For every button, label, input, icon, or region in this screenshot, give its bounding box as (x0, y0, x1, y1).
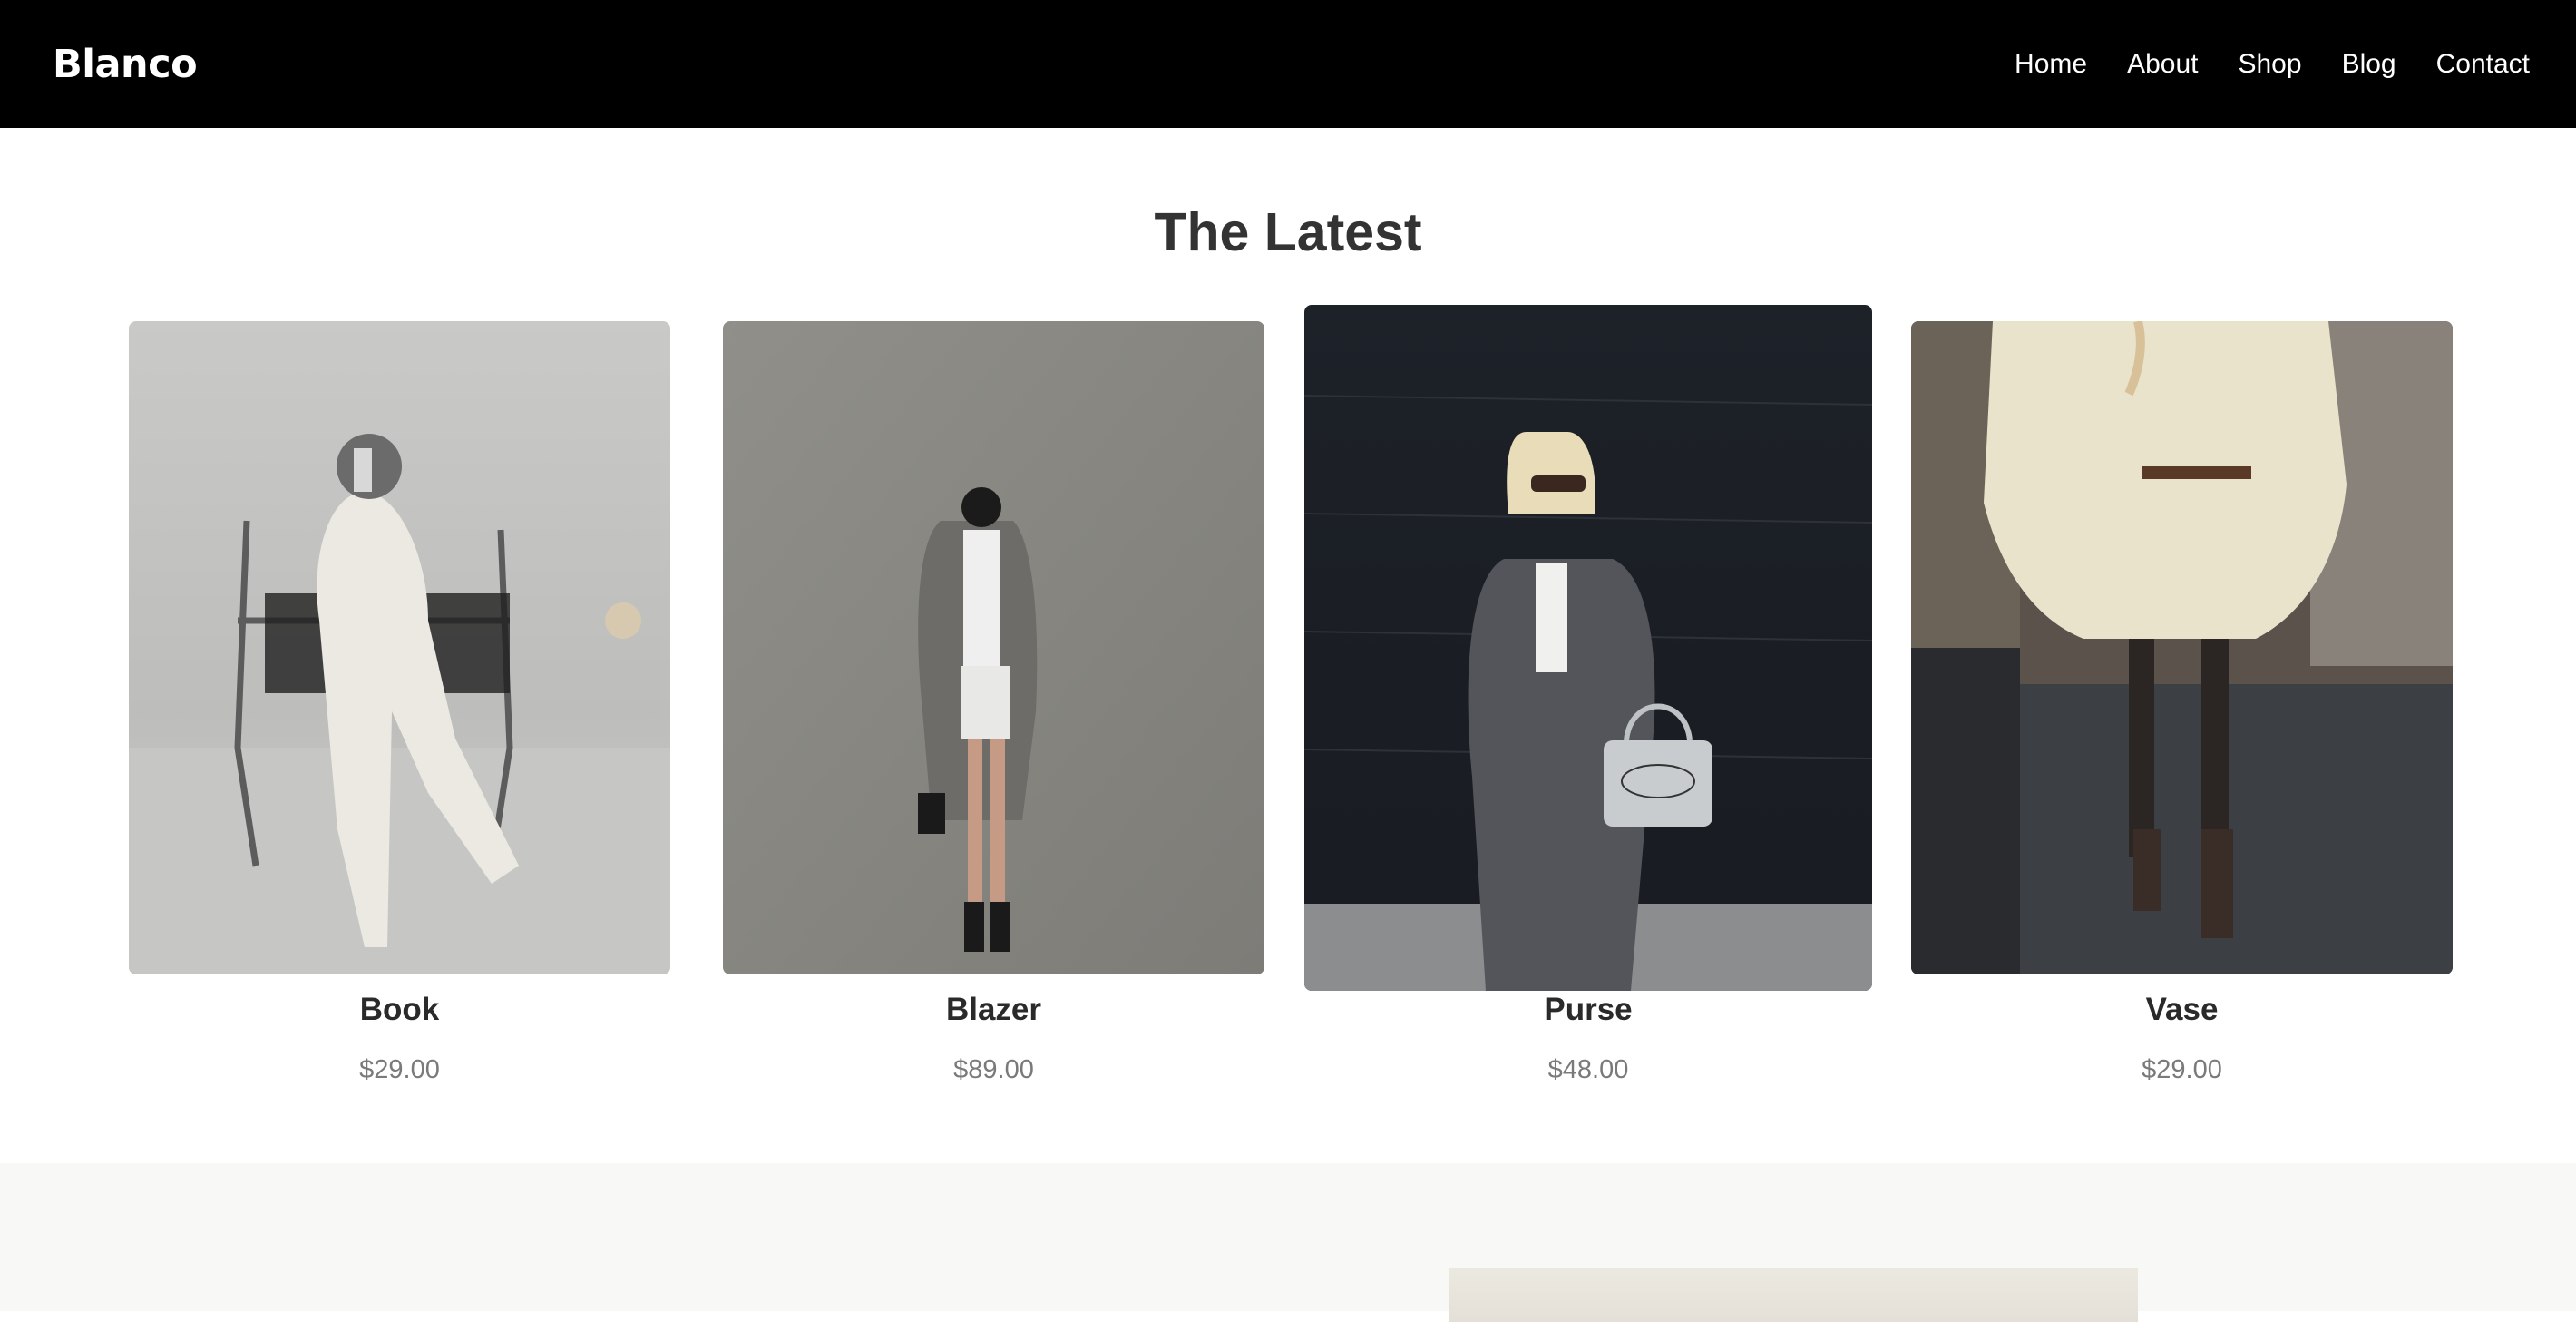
product-name[interactable]: Vase (1911, 992, 2453, 1028)
product-image-blazer[interactable] (723, 321, 1264, 974)
product-image-purse[interactable] (1304, 305, 1872, 991)
product-name[interactable]: Blazer (723, 992, 1264, 1028)
main-nav: Home About Shop Blog Contact (2015, 49, 2530, 80)
site-header: Blanco Home About Shop Blog Contact (0, 0, 2576, 128)
nav-home-link[interactable]: Home (2015, 49, 2087, 80)
product-image-vase[interactable] (1911, 321, 2453, 974)
product-name[interactable]: Book (129, 992, 670, 1028)
product-price: $48.00 (1547, 1055, 1629, 1084)
product-price: $89.00 (953, 1055, 1034, 1084)
nav-about-link[interactable]: About (2127, 49, 2198, 80)
product-price: $29.00 (359, 1055, 440, 1084)
product-name[interactable]: Purse (1304, 992, 1872, 1028)
featured-section (0, 1163, 2576, 1322)
section-title: The Latest (1154, 202, 1422, 262)
featured-image[interactable] (1449, 1268, 2138, 1322)
nav-blog-link[interactable]: Blog (2342, 49, 2396, 80)
brand-logo[interactable]: Blanco (53, 42, 198, 87)
nav-contact-link[interactable]: Contact (2436, 49, 2530, 80)
product-price: $29.00 (2142, 1055, 2222, 1084)
product-image-book[interactable] (129, 321, 670, 974)
nav-shop-link[interactable]: Shop (2238, 49, 2301, 80)
